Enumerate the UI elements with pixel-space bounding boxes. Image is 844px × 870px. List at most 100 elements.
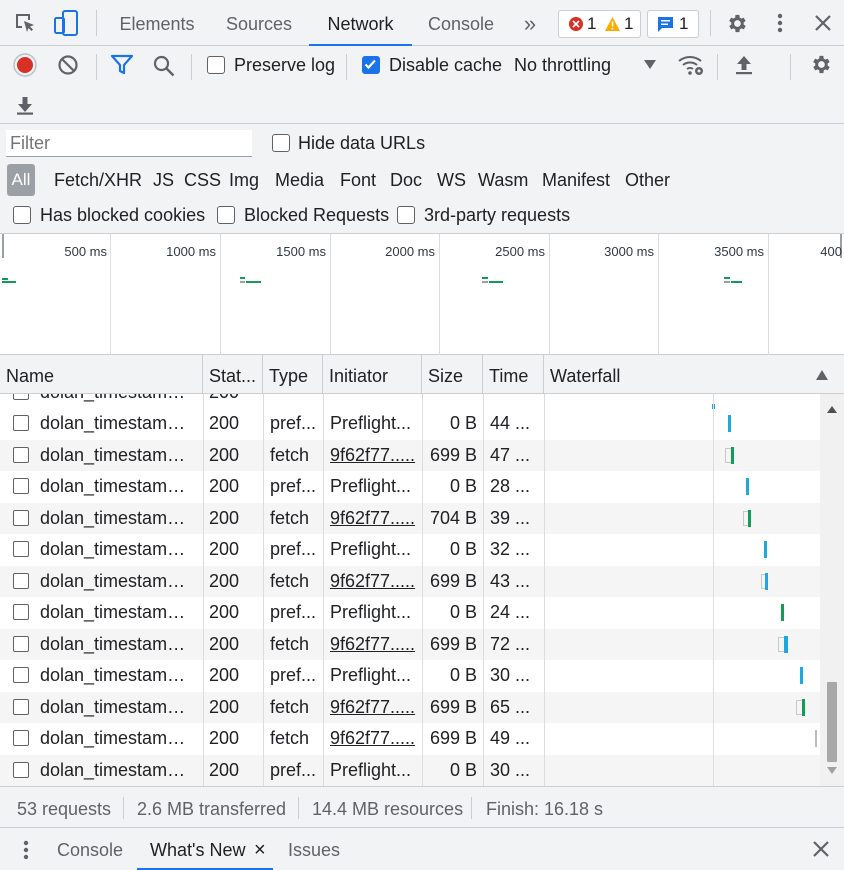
row-checkbox[interactable]: [13, 572, 29, 589]
export-har-icon[interactable]: [15, 94, 35, 116]
issues-counter[interactable]: 1 1: [558, 10, 641, 38]
column-header-status[interactable]: Stat...: [203, 355, 263, 394]
filter-type-all[interactable]: All: [7, 164, 35, 196]
row-checkbox[interactable]: [13, 478, 29, 494]
column-header-waterfall[interactable]: Waterfall: [544, 355, 844, 394]
row-name[interactable]: dolan_timestamp....: [40, 471, 195, 503]
row-checkbox[interactable]: [13, 604, 29, 620]
row-initiator[interactable]: 9f62f77.....: [330, 440, 416, 472]
sort-arrow-up-icon[interactable]: [815, 369, 829, 381]
device-toolbar-icon[interactable]: [53, 10, 79, 36]
blocked-requests-checkbox[interactable]: [217, 206, 235, 224]
row-name[interactable]: dolan_timestamp....: [40, 566, 195, 598]
has-blocked-cookies-checkbox[interactable]: [13, 206, 31, 224]
network-settings-gear-icon[interactable]: [809, 53, 832, 76]
third-party-requests-checkbox[interactable]: [397, 206, 415, 224]
hide-data-urls-checkbox[interactable]: [272, 134, 290, 152]
table-row[interactable]: dolan_timestamp.... 200 pref... Preflight..…: [0, 408, 820, 440]
network-conditions-icon[interactable]: [677, 53, 705, 77]
filter-type-fetch-xhr[interactable]: Fetch/XHR: [54, 169, 142, 191]
more-options-icon[interactable]: [770, 12, 790, 34]
import-har-icon[interactable]: [734, 54, 754, 76]
tab-elements[interactable]: Elements: [112, 0, 202, 46]
table-row[interactable]: dolan_timestamp.... 200 fetch 9f62f77..... 6…: [0, 628, 820, 661]
table-row[interactable]: dolan_timestamp.... 200 fetch 9f62f77..... 6…: [0, 691, 820, 724]
filter-type-img[interactable]: Img: [229, 169, 259, 191]
row-name[interactable]: dolan_timestamp....: [40, 503, 195, 535]
drawer-tab-console[interactable]: Console: [57, 828, 123, 870]
tab-sources[interactable]: Sources: [215, 0, 303, 46]
close-tab-icon[interactable]: ×: [254, 828, 266, 870]
filter-type-manifest[interactable]: Manifest: [542, 169, 610, 191]
messages-counter[interactable]: 1: [647, 10, 699, 38]
table-row[interactable]: dolan_timestamp.... 200 pref... Preflight..…: [0, 754, 820, 787]
filter-type-media[interactable]: Media: [275, 169, 324, 191]
close-devtools-icon[interactable]: [813, 13, 833, 33]
row-name[interactable]: dolan_timestamp....: [40, 408, 195, 440]
table-scrollbar[interactable]: [820, 394, 844, 786]
scroll-up-arrow-icon[interactable]: [826, 404, 838, 414]
row-checkbox[interactable]: [13, 730, 29, 746]
row-checkbox[interactable]: [13, 509, 29, 526]
row-initiator[interactable]: 9f62f77.....: [330, 503, 416, 535]
close-drawer-icon[interactable]: [812, 840, 830, 858]
table-row[interactable]: dolan_timestamp.... 200 fetch 9f62f77..... 6…: [0, 565, 820, 598]
table-row[interactable]: dolan_timestamp.... 200 pref... Preflight..…: [0, 660, 820, 692]
row-checkbox[interactable]: [13, 446, 29, 463]
filter-icon[interactable]: [110, 54, 134, 76]
column-header-initiator[interactable]: Initiator: [323, 355, 422, 394]
row-name[interactable]: dolan_timestamp....: [40, 534, 195, 566]
row-name[interactable]: dolan_timestamp....: [40, 692, 195, 724]
scroll-down-arrow-icon[interactable]: [826, 766, 838, 776]
filter-type-doc[interactable]: Doc: [390, 169, 422, 191]
clear-icon[interactable]: [57, 54, 79, 76]
table-row[interactable]: dolan_timestamp.... 200 pref... Preflight..…: [0, 597, 820, 629]
drawer-tab-issues[interactable]: Issues: [288, 828, 340, 870]
record-icon[interactable]: [13, 53, 37, 77]
tab-network[interactable]: Network: [309, 0, 412, 46]
search-icon[interactable]: [152, 54, 176, 78]
overview-window-handle[interactable]: [2, 234, 4, 258]
table-row[interactable]: dolan_timestamp.... 200 fetch 9f62f77..... 6…: [0, 723, 820, 755]
filter-type-ws[interactable]: WS: [437, 169, 466, 191]
inspect-element-icon[interactable]: [14, 12, 36, 34]
table-row[interactable]: dolan_timestamp.... 200 pref... Preflight..…: [0, 471, 820, 503]
table-row[interactable]: dolan_timestamp.... 200: [0, 394, 820, 409]
filter-type-other[interactable]: Other: [625, 169, 670, 191]
table-row[interactable]: dolan_timestamp.... 200 fetch 9f62f77..... 6…: [0, 439, 820, 472]
row-checkbox[interactable]: [13, 541, 29, 557]
row-name[interactable]: dolan_timestamp....: [40, 660, 195, 692]
throttling-select[interactable]: No throttling: [514, 55, 611, 75]
row-name[interactable]: dolan_timestamp....: [40, 755, 195, 787]
row-checkbox[interactable]: [13, 415, 29, 431]
scrollbar-thumb[interactable]: [827, 682, 837, 762]
preserve-log-checkbox[interactable]: [207, 56, 225, 74]
row-checkbox[interactable]: [13, 394, 29, 400]
filter-type-wasm[interactable]: Wasm: [478, 169, 528, 191]
filter-type-css[interactable]: CSS: [184, 169, 221, 191]
row-initiator[interactable]: 9f62f77.....: [330, 723, 416, 755]
filter-type-font[interactable]: Font: [340, 169, 376, 191]
row-checkbox[interactable]: [13, 761, 29, 778]
table-row[interactable]: dolan_timestamp.... 200 fetch 9f62f77..... 7…: [0, 502, 820, 535]
row-name[interactable]: dolan_timestamp....: [40, 597, 195, 629]
table-row[interactable]: dolan_timestamp.... 200 pref... Preflight..…: [0, 534, 820, 566]
settings-gear-icon[interactable]: [725, 12, 748, 35]
column-header-name[interactable]: Name: [0, 355, 203, 394]
row-checkbox[interactable]: [13, 698, 29, 715]
tab-console[interactable]: Console: [418, 0, 504, 46]
timeline-overview[interactable]: 500 ms 1000 ms 1500 ms 2000 ms 2500 ms 3…: [0, 234, 844, 355]
drawer-menu-icon[interactable]: [16, 839, 36, 861]
column-header-size[interactable]: Size: [422, 355, 483, 394]
row-initiator[interactable]: 9f62f77.....: [330, 629, 416, 661]
row-name[interactable]: dolan_timestamp....: [40, 440, 195, 472]
filter-input[interactable]: [6, 130, 252, 157]
row-checkbox[interactable]: [13, 667, 29, 683]
more-tabs-button[interactable]: »: [515, 0, 545, 46]
row-initiator[interactable]: 9f62f77.....: [330, 566, 416, 598]
row-checkbox[interactable]: [13, 635, 29, 652]
filter-type-js[interactable]: JS: [153, 169, 174, 191]
chevron-down-icon[interactable]: [643, 58, 657, 70]
column-header-type[interactable]: Type: [263, 355, 323, 394]
row-name[interactable]: dolan_timestamp....: [40, 629, 195, 661]
